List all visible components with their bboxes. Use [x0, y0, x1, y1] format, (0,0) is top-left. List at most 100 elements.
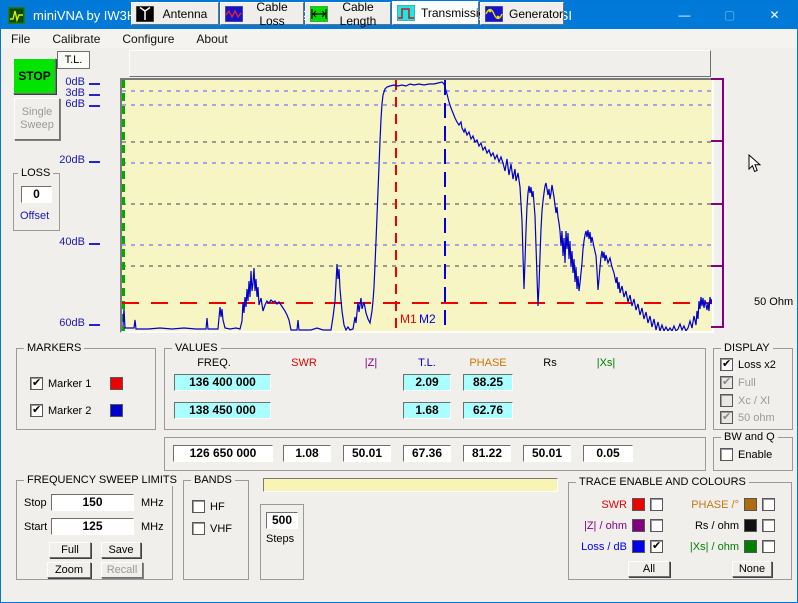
app-window: miniVNA by IW3HEV & IW3IJZ - 2 Port - RS…	[0, 0, 798, 603]
values-header-rs: Rs	[538, 357, 562, 369]
tl-indicator: T.L.	[57, 51, 90, 69]
trace-xs-label: |Xs| / ohm	[677, 541, 739, 553]
display-loss-x2-row: Loss x2	[720, 358, 776, 371]
trace-all-button[interactable]: All	[628, 561, 670, 577]
marker2-freq-value: 138 450 000	[174, 402, 271, 419]
marker2-color-swatch[interactable]	[110, 404, 123, 417]
transmission-icon	[397, 5, 415, 21]
cable-length-icon	[310, 6, 328, 22]
scale-label-6db: 6dB	[53, 98, 85, 110]
scale-label-60db: 60dB	[53, 317, 85, 329]
loss-offset-label: Offset	[20, 210, 49, 222]
scale-tick-40db	[89, 243, 100, 245]
sweep-progress-bar	[263, 478, 558, 492]
steps-field[interactable]: 500	[266, 512, 298, 529]
scale-tick-0db	[89, 83, 100, 85]
loss-group: LOSS 0 Offset	[13, 173, 60, 231]
trace-loss-swatch[interactable]	[632, 540, 645, 553]
band-hf-checkbox[interactable]	[192, 500, 205, 513]
tab-cable-loss[interactable]: Cable Loss	[220, 2, 304, 25]
stop-field[interactable]: 150	[51, 494, 134, 511]
ohm-axis-tick	[711, 203, 723, 205]
stop-unit-label: MHz	[141, 497, 164, 509]
display-loss-x2-checkbox[interactable]	[720, 358, 733, 371]
trace-z-checkbox[interactable]	[650, 519, 663, 532]
markers-group-title: MARKERS	[24, 342, 84, 354]
trace-xs-checkbox[interactable]	[762, 540, 775, 553]
values-header-z: |Z|	[353, 357, 389, 369]
scale-label-20db: 20dB	[53, 154, 85, 166]
tab-antenna[interactable]: Antenna	[131, 2, 219, 25]
values-header-swr: SWR	[286, 357, 322, 369]
marker1-chart-label: M1	[400, 312, 417, 326]
trace-rs-checkbox[interactable]	[762, 519, 775, 532]
chart-plot-area[interactable]: M1M2	[120, 78, 714, 333]
display-group-title: DISPLAY	[721, 342, 773, 354]
trace-swr-checkbox[interactable]	[650, 498, 663, 511]
trace-phase-label: PHASE /°	[677, 499, 739, 511]
marker2-row: Marker 2	[30, 404, 123, 417]
display-xc-xl-row: Xc / Xl	[720, 394, 770, 407]
loss-offset-field[interactable]: 0	[21, 186, 52, 203]
trace-xs-swatch[interactable]	[744, 540, 757, 553]
display-xc-xl-checkbox[interactable]	[720, 394, 733, 407]
trace-z-label: |Z| / ohm	[575, 520, 627, 532]
start-field[interactable]: 125	[51, 518, 134, 535]
ohm-axis-tick	[711, 140, 723, 142]
stop-button[interactable]: STOP	[13, 58, 56, 94]
marker2-chart-label: M2	[419, 312, 436, 326]
trace-xs-row: |Xs| / ohm	[677, 540, 787, 553]
tab-cable-loss-label: Cable Loss	[249, 0, 303, 28]
tab-transmission[interactable]: Transmission	[392, 1, 479, 25]
ohm-axis-label: 50 Ohm	[754, 296, 793, 308]
maximize-button[interactable]: ▢	[707, 1, 752, 29]
cursor-rs-value: 50.01	[523, 445, 571, 462]
app-icon	[8, 7, 25, 24]
close-button[interactable]: ✕	[752, 1, 797, 29]
menu-file[interactable]: File	[3, 31, 38, 47]
values-group-title: VALUES	[172, 342, 221, 354]
values-header-freq: FREQ.	[186, 357, 242, 369]
display-full-checkbox[interactable]	[720, 376, 733, 389]
zoom-button[interactable]: Zoom	[47, 562, 91, 578]
bwq-enable-checkbox[interactable]	[720, 448, 733, 461]
full-button[interactable]: Full	[49, 542, 91, 558]
menu-calibrate[interactable]: Calibrate	[44, 31, 108, 47]
scale-tick-6db	[89, 105, 100, 107]
marker1-color-swatch[interactable]	[110, 377, 123, 390]
trace-rs-swatch[interactable]	[744, 519, 757, 532]
display-50ohm-checkbox[interactable]	[720, 411, 733, 424]
marker2-checkbox[interactable]	[30, 404, 43, 417]
recall-button[interactable]: Recall	[101, 562, 143, 578]
tab-cable-length[interactable]: Cable Length	[305, 2, 391, 25]
trace-loss-label: Loss / dB	[575, 541, 627, 553]
cursor-phase-value: 81.22	[463, 445, 511, 462]
trace-swr-label: SWR	[575, 499, 627, 511]
menu-configure[interactable]: Configure	[114, 31, 182, 47]
tab-generator-label: Generator	[509, 7, 571, 21]
tab-generator[interactable]: Generator	[480, 2, 564, 25]
menu-about[interactable]: About	[188, 31, 235, 47]
markers-group: MARKERS Marker 1 Marker 2	[16, 348, 156, 430]
save-button[interactable]: Save	[101, 542, 141, 558]
band-vhf-checkbox[interactable]	[192, 522, 205, 535]
marker1-row: Marker 1	[30, 377, 123, 390]
marker2-tl-value: 1.68	[403, 402, 451, 419]
display-50ohm-label: 50 ohm	[738, 412, 775, 424]
marker1-checkbox[interactable]	[30, 377, 43, 390]
trace-rs-row: Rs / ohm	[677, 519, 787, 532]
trace-phase-checkbox[interactable]	[762, 498, 775, 511]
bwq-enable-label: Enable	[738, 449, 772, 461]
ohm-axis-tick	[711, 265, 723, 267]
trace-phase-swatch[interactable]	[744, 498, 757, 511]
trace-loss-checkbox[interactable]	[650, 540, 663, 553]
trace-phase-row: PHASE /°	[677, 498, 787, 511]
frequency-sweep-limits-group: FREQUENCY SWEEP LIMITS Stop 150 MHz Star…	[16, 480, 173, 580]
trace-none-button[interactable]: None	[732, 561, 772, 577]
minimize-button[interactable]: —	[662, 1, 707, 29]
trace-swr-swatch[interactable]	[632, 498, 645, 511]
trace-loss-row: Loss / dB	[575, 540, 673, 553]
trace-z-swatch[interactable]	[632, 519, 645, 532]
cursor-z-value: 50.01	[343, 445, 391, 462]
display-50ohm-row: 50 ohm	[720, 411, 775, 424]
